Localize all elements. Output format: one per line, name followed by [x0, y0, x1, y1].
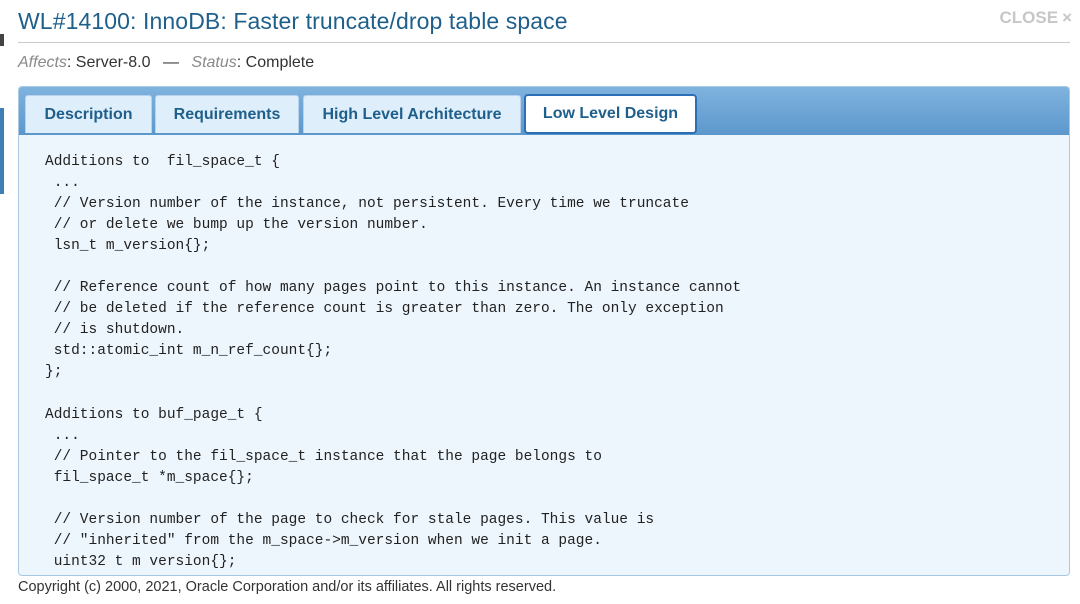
code-line: ... — [45, 427, 80, 444]
window-edge-mark — [0, 34, 4, 46]
code-line: // Version number of the page to check f… — [45, 511, 655, 528]
tab-requirements[interactable]: Requirements — [155, 95, 299, 133]
code-line: // Version number of the instance, not p… — [45, 196, 689, 213]
code-line: // be deleted if the reference count is … — [45, 301, 724, 318]
close-label: CLOSE — [999, 8, 1059, 27]
code-line: // "inherited" from the m_space->m_versi… — [45, 532, 602, 549]
code-block: Additions to fil_space_t { ... // Versio… — [45, 152, 1069, 573]
code-line: // Pointer to the fil_space_t instance t… — [45, 448, 602, 465]
code-line: ... — [45, 175, 80, 192]
affects-value: : Server-8.0 — [66, 54, 151, 71]
page-title: WL#14100: InnoDB: Faster truncate/drop t… — [18, 8, 568, 34]
tab-description[interactable]: Description — [25, 95, 152, 133]
code-line: fil_space_t *m_space{}; — [45, 469, 254, 486]
meta-separator: — — [162, 54, 179, 71]
worklog-meta: Affects: Server-8.0 — Status: Complete — [18, 54, 314, 72]
tabs-panel: Description Requirements High Level Arch… — [18, 86, 1070, 576]
close-icon: × — [1062, 8, 1072, 27]
code-line: uint32 t m version{}; — [45, 553, 237, 570]
close-button[interactable]: CLOSE × — [1000, 8, 1073, 28]
code-line: // Reference count of how many pages poi… — [45, 280, 742, 297]
code-line: Additions to buf_page_t { — [45, 406, 263, 423]
affects-key: Affects — [18, 54, 67, 71]
background-sidebar-strip — [0, 108, 4, 194]
tab-low-level-design[interactable]: Low Level Design — [524, 94, 697, 134]
tab-high-level-architecture[interactable]: High Level Architecture — [303, 95, 521, 133]
code-line: lsn_t m_version{}; — [45, 238, 211, 255]
code-line: // or delete we bump up the version numb… — [45, 217, 428, 234]
status-key: Status — [191, 54, 237, 71]
tab-content: Additions to fil_space_t { ... // Versio… — [19, 135, 1069, 575]
status-value: : Complete — [236, 54, 315, 71]
code-line: }; — [45, 364, 63, 381]
code-line: Additions to fil_space_t { — [45, 154, 280, 170]
tab-bar: Description Requirements High Level Arch… — [19, 87, 1069, 135]
code-line: std::atomic_int m_n_ref_count{}; — [45, 343, 333, 360]
copyright-footer: Copyright (c) 2000, 2021, Oracle Corpora… — [18, 579, 557, 595]
title-divider — [18, 42, 1070, 43]
code-line: // is shutdown. — [45, 322, 185, 339]
